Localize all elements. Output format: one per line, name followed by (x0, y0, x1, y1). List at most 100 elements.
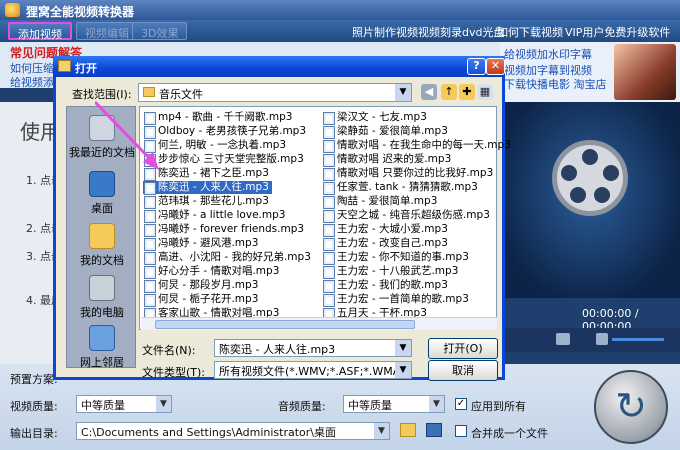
audio-quality-select[interactable]: 中等质量 ▼ (343, 395, 445, 413)
chevron-down-icon[interactable]: ▼ (395, 362, 411, 378)
ad-link-download[interactable]: 下载快播电影 淘宝店 (504, 76, 607, 92)
look-in-value: 音乐文件 (159, 88, 203, 101)
file-item[interactable]: 梁汉文 - 七友.mp3 (322, 111, 427, 125)
desktop-icon (89, 171, 115, 197)
view-menu-icon[interactable]: ▦ (477, 84, 493, 100)
annotation-arrow (95, 100, 159, 170)
file-item[interactable]: 王力宏 - 大城小爱.mp3 (322, 223, 448, 237)
add-video-button[interactable]: 添加视频 (8, 22, 72, 41)
filename-value: 陈奕迅 - 人来人往.mp3 (219, 343, 336, 356)
file-item[interactable]: 好心分手 - 情歌对唱.mp3 (143, 265, 279, 279)
audio-quality-value: 中等质量 (348, 399, 392, 412)
close-button[interactable]: ✕ (486, 58, 505, 75)
place-label: 桌面 (91, 202, 113, 215)
refresh-icon: ↻ (615, 384, 647, 428)
3d-effect-button[interactable]: 3D效果 (132, 22, 188, 40)
link-vip-upgrade[interactable]: VIP用户免费升级软件 (565, 24, 670, 40)
filetype-value: 所有视频文件(*.WMV;*.ASF;*.WMA;*.AVI; (219, 365, 411, 378)
chevron-down-icon[interactable]: ▼ (374, 423, 389, 439)
right-ad-panel: 给视频加水印字幕 视频加字幕到视频 下载快播电影 淘宝店 (500, 42, 680, 102)
file-item[interactable]: 王力宏 - 改变自己.mp3 (322, 237, 448, 251)
file-item[interactable]: 王力宏 - 我们的歌.mp3 (322, 279, 448, 293)
file-item[interactable]: 天空之城 - 纯音乐超级伤感.mp3 (322, 209, 490, 223)
open-folder-icon[interactable] (426, 423, 442, 437)
back-icon[interactable]: ◀ (421, 84, 437, 100)
file-item[interactable]: 王力宏 - 一首简单的歌.mp3 (322, 293, 469, 307)
open-button[interactable]: 打开(O) (428, 338, 498, 359)
file-item[interactable]: 情歌对唱 - 在我生命中的每一天.mp3 (322, 139, 511, 153)
apply-all-label: 应用到所有 (471, 400, 526, 413)
file-item[interactable]: 冯曦妤 - a little love.mp3 (143, 209, 285, 223)
volume-slider[interactable] (612, 338, 664, 341)
place-label: 网上邻居 (80, 356, 124, 369)
file-item[interactable]: 情歌对唱 只要你过的比我好.mp3 (322, 167, 493, 181)
file-item[interactable]: 冯曦妤 - forever friends.mp3 (143, 223, 304, 237)
my-computer-icon (89, 275, 115, 301)
ad-link-video[interactable]: 给视频添 (10, 74, 54, 90)
place-my-computer[interactable]: 我的电脑 (67, 275, 137, 320)
link-photo-video[interactable]: 照片制作视频 (352, 24, 418, 40)
filetype-label: 文件类型(T): (142, 366, 206, 379)
place-my-documents[interactable]: 我的文档 (67, 223, 137, 268)
camera-icon[interactable] (556, 333, 570, 345)
ad-link-watermark[interactable]: 给视频加水印字幕 (504, 46, 592, 62)
cancel-button[interactable]: 取消 (428, 360, 498, 381)
help-button[interactable]: ? (467, 58, 486, 75)
my-documents-icon (89, 223, 115, 249)
place-desktop[interactable]: 桌面 (67, 171, 137, 216)
apply-all-checkbox[interactable]: ✓ (455, 398, 467, 410)
merge-checkbox[interactable] (455, 425, 467, 437)
file-item[interactable]: 情歌对唱 迟来的爱.mp3 (322, 153, 451, 167)
filetype-select[interactable]: 所有视频文件(*.WMV;*.ASF;*.WMA;*.AVI; ▼ (214, 361, 412, 379)
video-quality-label: 视频质量: (10, 400, 58, 413)
network-icon (89, 325, 115, 351)
dialog-titlebar: 打开 ? ✕ (53, 56, 505, 77)
file-item[interactable]: 何炅 - 那段岁月.mp3 (143, 279, 258, 293)
file-item[interactable]: 陈奕迅 - 人来人往.mp3 (143, 181, 272, 195)
place-label: 我的电脑 (80, 306, 124, 319)
audio-quality-label: 音频质量: (278, 400, 326, 413)
filename-label: 文件名(N): (142, 344, 196, 357)
video-quality-value: 中等质量 (81, 399, 125, 412)
merge-label: 合并成一个文件 (471, 427, 548, 440)
horizontal-scrollbar[interactable] (141, 317, 497, 330)
output-dir-field[interactable]: C:\Documents and Settings\Administrator\… (76, 422, 390, 440)
up-folder-icon[interactable]: ↑ (441, 84, 457, 100)
link-download-video[interactable]: 如何下载视频 (497, 24, 563, 40)
file-item[interactable]: 步步惊心 三寸天堂完整版.mp3 (143, 153, 304, 167)
file-list[interactable]: mp4 - 歌曲 - 千千阙歌.mp3 Oldboy - 老男孩筷子兄弟.mp3 何… (139, 106, 511, 330)
file-item[interactable]: 范玮琪 - 那些花儿.mp3 (143, 195, 269, 209)
dialog-title: 打开 (75, 62, 97, 75)
file-item[interactable]: 王力宏 - 十八般武艺.mp3 (322, 265, 458, 279)
file-item[interactable]: 陶喆 - 爱很简单.mp3 (322, 195, 437, 209)
video-quality-select[interactable]: 中等质量 ▼ (76, 395, 172, 413)
file-item[interactable]: 任家萱. tank - 猜猜猜歌.mp3 (322, 181, 478, 195)
file-item[interactable]: 何炅 - 栀子花开.mp3 (143, 293, 258, 307)
place-network[interactable]: 网上邻居 (67, 325, 137, 370)
preset-label: 预置方案: (10, 373, 58, 386)
file-item[interactable]: 梁静茹 - 爱很简单.mp3 (322, 125, 448, 139)
new-folder-icon[interactable]: ✚ (459, 84, 475, 100)
video-edit-button[interactable]: 视频编辑 (76, 22, 138, 40)
file-item[interactable]: 冯曦妤 - 避风港.mp3 (143, 237, 258, 251)
file-item[interactable]: mp4 - 歌曲 - 千千阙歌.mp3 (143, 111, 292, 125)
place-label: 我的文档 (80, 254, 124, 267)
app-titlebar: 狸窝全能视频转换器 (0, 0, 680, 20)
link-burn-dvd[interactable]: 视频刻录dvd光盘 (418, 24, 504, 40)
browse-folder-icon[interactable] (400, 423, 416, 437)
filename-input[interactable]: 陈奕迅 - 人来人往.mp3 ▼ (214, 339, 412, 357)
chevron-down-icon[interactable]: ▼ (395, 340, 411, 356)
look-in-select[interactable]: 音乐文件 ▼ (138, 83, 412, 102)
file-item[interactable]: 王力宏 - 你不知道的事.mp3 (322, 251, 469, 265)
convert-button[interactable]: ↻ (594, 370, 668, 444)
ad-banner-image[interactable] (614, 44, 676, 100)
film-reel-icon (552, 140, 628, 216)
chevron-down-icon[interactable]: ▼ (156, 396, 171, 412)
file-item[interactable]: Oldboy - 老男孩筷子兄弟.mp3 (143, 125, 306, 139)
volume-icon[interactable] (596, 333, 608, 345)
folder-icon (143, 87, 155, 97)
file-item[interactable]: 高进、小沈阳 - 我的好兄弟.mp3 (143, 251, 311, 265)
chevron-down-icon[interactable]: ▼ (395, 84, 411, 101)
chevron-down-icon[interactable]: ▼ (429, 396, 444, 412)
main-toolbar: 添加视频 视频编辑 3D效果 照片制作视频 视频刻录dvd光盘 如何下载视频 V… (0, 20, 680, 42)
